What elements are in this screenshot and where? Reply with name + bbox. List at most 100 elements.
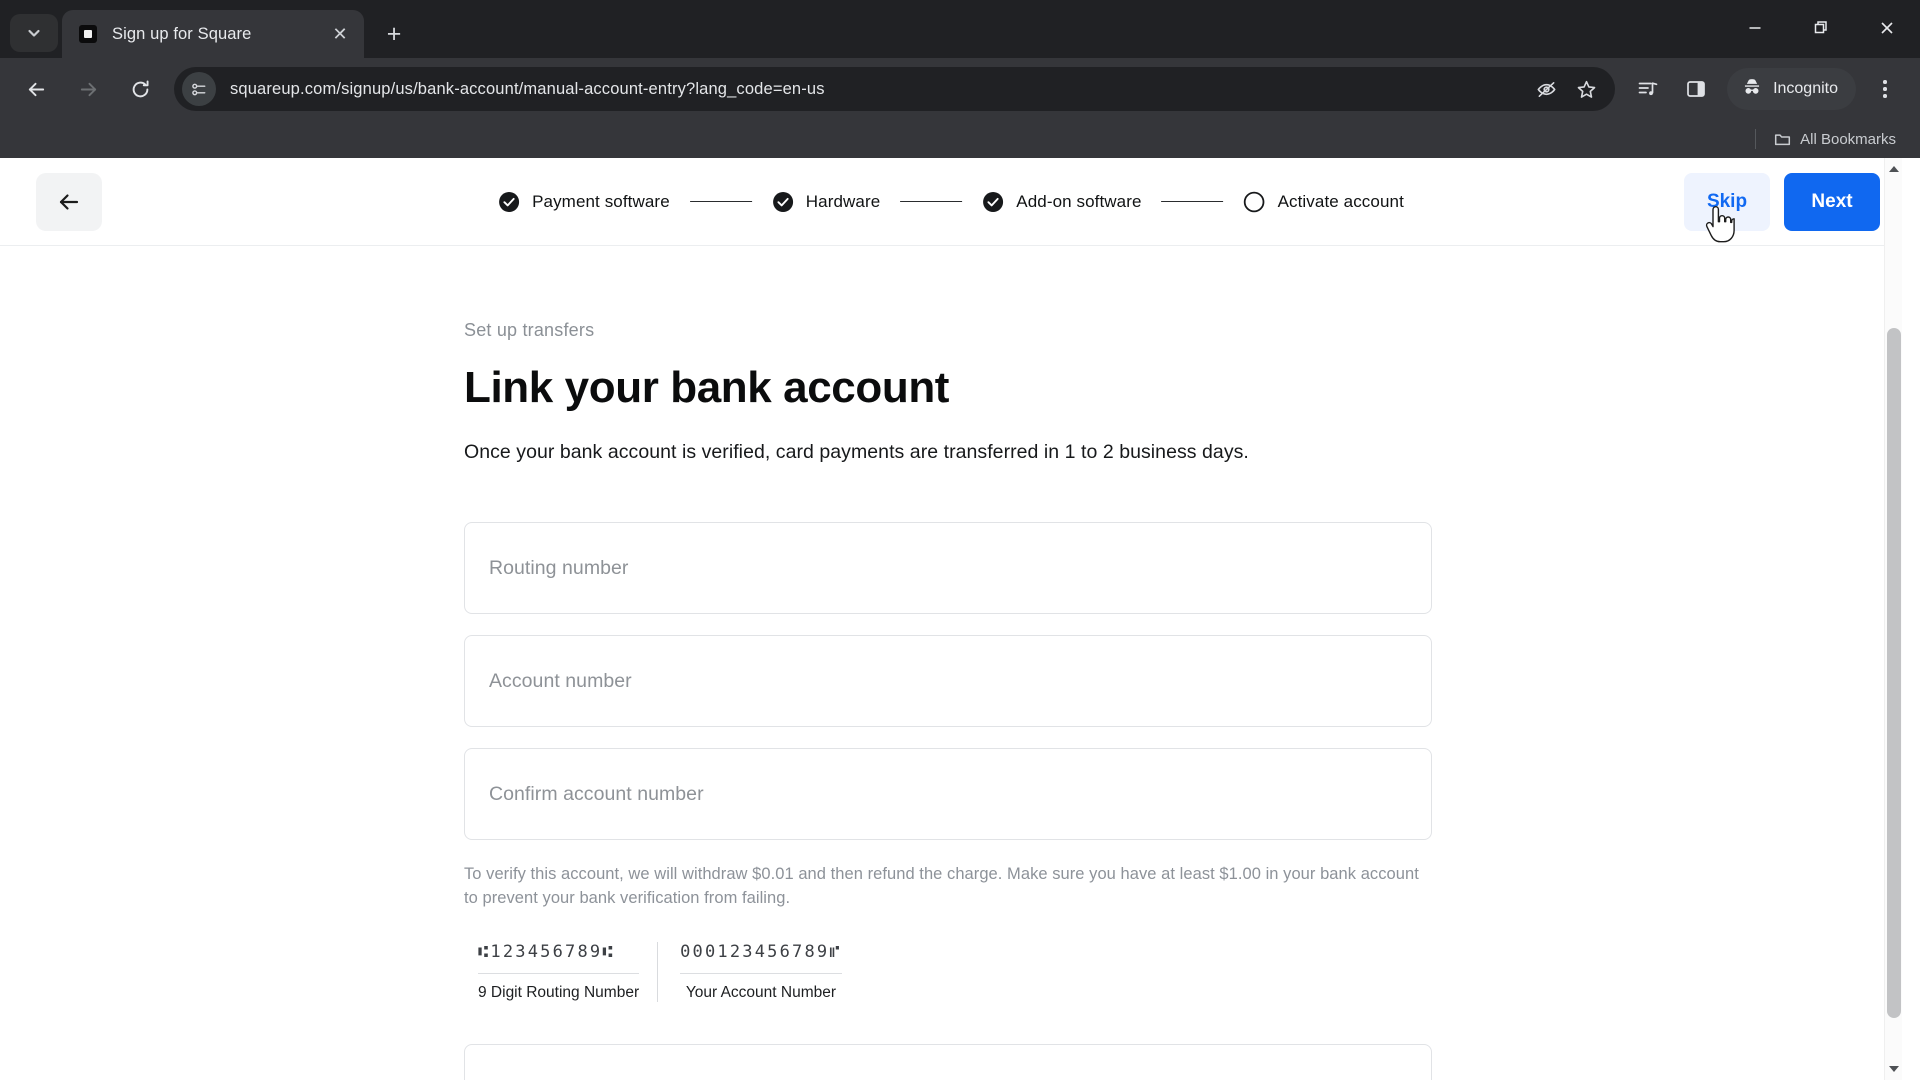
new-tab-button[interactable]: + [374, 14, 414, 54]
signup-appbar: Payment software Hardware Add-on softwar… [0, 158, 1902, 246]
site-info-button[interactable] [182, 72, 216, 106]
reload-icon [132, 80, 149, 97]
side-panel-button[interactable] [1673, 66, 1719, 112]
plus-icon: + [386, 19, 402, 48]
confirm-account-number-placeholder: Confirm account number [489, 782, 704, 805]
close-icon[interactable]: ✕ [326, 20, 354, 48]
stepper-step-hardware[interactable]: Hardware [772, 191, 881, 213]
next-button[interactable]: Next [1784, 172, 1880, 231]
check-circle-filled-icon [982, 191, 1004, 213]
reload-button[interactable] [116, 65, 164, 113]
chevron-down-icon [28, 29, 40, 37]
page-title: Link your bank account [464, 363, 950, 412]
routing-micr-digits: ⑆123456789⑆ [478, 942, 615, 963]
eye-crossed-icon [1536, 81, 1556, 97]
browser-window: Sign up for Square ✕ + squareup.com/sign… [0, 0, 1920, 1080]
close-icon [1881, 22, 1893, 34]
all-bookmarks-button[interactable]: All Bookmarks [1766, 127, 1904, 152]
scrollbar-thumb[interactable] [1887, 328, 1901, 1018]
incognito-icon [1741, 76, 1763, 103]
profile-label: Incognito [1773, 80, 1838, 97]
stepper-connector [1161, 200, 1224, 203]
verification-note: To verify this account, we will withdraw… [464, 865, 1419, 908]
scroll-up-arrow-icon[interactable] [1885, 160, 1903, 178]
stepper-step-payment-software[interactable]: Payment software [498, 191, 670, 213]
confirm-account-number-input[interactable]: Confirm account number [464, 748, 1432, 840]
routing-number-placeholder: Routing number [489, 556, 629, 579]
bookmarks-bar: All Bookmarks [0, 120, 1920, 158]
tracking-protection-button[interactable] [1527, 70, 1565, 108]
account-number-example: 000123456789⑈ Your Account Number [657, 942, 860, 1003]
circle-outline-icon [1244, 191, 1266, 213]
folder-icon [1775, 133, 1791, 145]
profile-chip[interactable]: Incognito [1727, 68, 1856, 110]
stepper-label: Hardware [805, 191, 881, 211]
stepper-step-add-on-software[interactable]: Add-on software [982, 191, 1141, 213]
account-number-placeholder: Account number [489, 669, 632, 692]
page-settings-icon [191, 83, 205, 95]
skip-button[interactable]: Skip [1684, 172, 1770, 231]
close-window-button[interactable] [1854, 0, 1920, 56]
page-subtitle: Once your bank account is verified, card… [464, 441, 1249, 463]
bank-fields: Routing number Account number Confirm ac… [464, 522, 1432, 840]
routing-number-caption: 9 Digit Routing Number [478, 984, 640, 1002]
stepper-label: Activate account [1277, 191, 1404, 211]
main-content: Set up transfers Link your bank account … [0, 246, 1902, 1080]
forward-button[interactable] [64, 65, 112, 113]
minimize-icon [1749, 27, 1761, 29]
scroll-down-arrow-icon[interactable] [1885, 1060, 1903, 1078]
back-button[interactable] [12, 65, 60, 113]
stepper-label: Payment software [532, 191, 670, 211]
divider [478, 973, 640, 975]
reading-list-button[interactable] [1625, 66, 1671, 112]
additional-field-partial[interactable] [464, 1044, 1432, 1080]
media-playlist-icon [1638, 82, 1658, 96]
micr-group: ⑆123456789⑆ 9 Digit Routing Number 00012… [464, 942, 860, 1003]
star-icon [1577, 80, 1595, 98]
tab-strip: Sign up for Square ✕ + [0, 0, 1920, 58]
check-circle-filled-icon [498, 191, 520, 213]
tab-title: Sign up for Square [112, 24, 252, 43]
tab-search-button[interactable] [10, 14, 58, 52]
divider [680, 973, 842, 975]
appbar-actions: Skip Next [1684, 172, 1880, 231]
address-bar[interactable]: squareup.com/signup/us/bank-account/manu… [174, 67, 1616, 111]
bookmark-button[interactable] [1567, 70, 1605, 108]
routing-number-input[interactable]: Routing number [464, 522, 1432, 614]
toolbar-right-actions: Incognito [1625, 66, 1908, 112]
section-eyebrow: Set up transfers [464, 320, 595, 340]
page-content: Payment software Hardware Add-on softwar… [0, 158, 1902, 1080]
check-illustration: ⑆123456789⑆ 9 Digit Routing Number 00012… [464, 942, 1432, 1003]
maximize-button[interactable] [1788, 0, 1854, 56]
page-back-button[interactable] [36, 172, 102, 231]
account-number-input[interactable]: Account number [464, 635, 1432, 727]
browser-toolbar: squareup.com/signup/us/bank-account/manu… [0, 58, 1920, 120]
routing-number-example: ⑆123456789⑆ 9 Digit Routing Number [464, 942, 657, 1002]
browser-menu-button[interactable] [1862, 66, 1908, 112]
arrow-right-icon [80, 82, 96, 96]
divider [1755, 129, 1757, 149]
square-logo-icon [78, 24, 98, 44]
kebab-menu-icon [1883, 80, 1887, 84]
window-controls [1722, 0, 1920, 56]
restore-window-icon [1814, 21, 1827, 34]
stepper-step-activate-account[interactable]: Activate account [1244, 191, 1404, 213]
url-text[interactable]: squareup.com/signup/us/bank-account/manu… [230, 80, 1527, 99]
account-micr-digits: 000123456789⑈ [680, 942, 842, 963]
form-container: Set up transfers Link your bank account … [464, 320, 1432, 1080]
stepper-connector [900, 200, 963, 203]
arrow-left-icon [59, 193, 79, 210]
page-scrollbar[interactable] [1884, 158, 1902, 1080]
minimize-button[interactable] [1722, 0, 1788, 56]
stepper-label: Add-on software [1016, 191, 1142, 211]
stepper-connector [689, 200, 752, 203]
all-bookmarks-label: All Bookmarks [1800, 130, 1896, 148]
omnibox-actions [1527, 70, 1609, 108]
page-viewport: Payment software Hardware Add-on softwar… [0, 158, 1920, 1080]
progress-stepper: Payment software Hardware Add-on softwar… [498, 191, 1404, 213]
side-panel-icon [1687, 81, 1705, 97]
browser-tab[interactable]: Sign up for Square ✕ [62, 10, 364, 58]
check-circle-filled-icon [772, 191, 794, 213]
account-number-caption: Your Account Number [685, 984, 837, 1002]
arrow-left-icon [28, 82, 44, 96]
